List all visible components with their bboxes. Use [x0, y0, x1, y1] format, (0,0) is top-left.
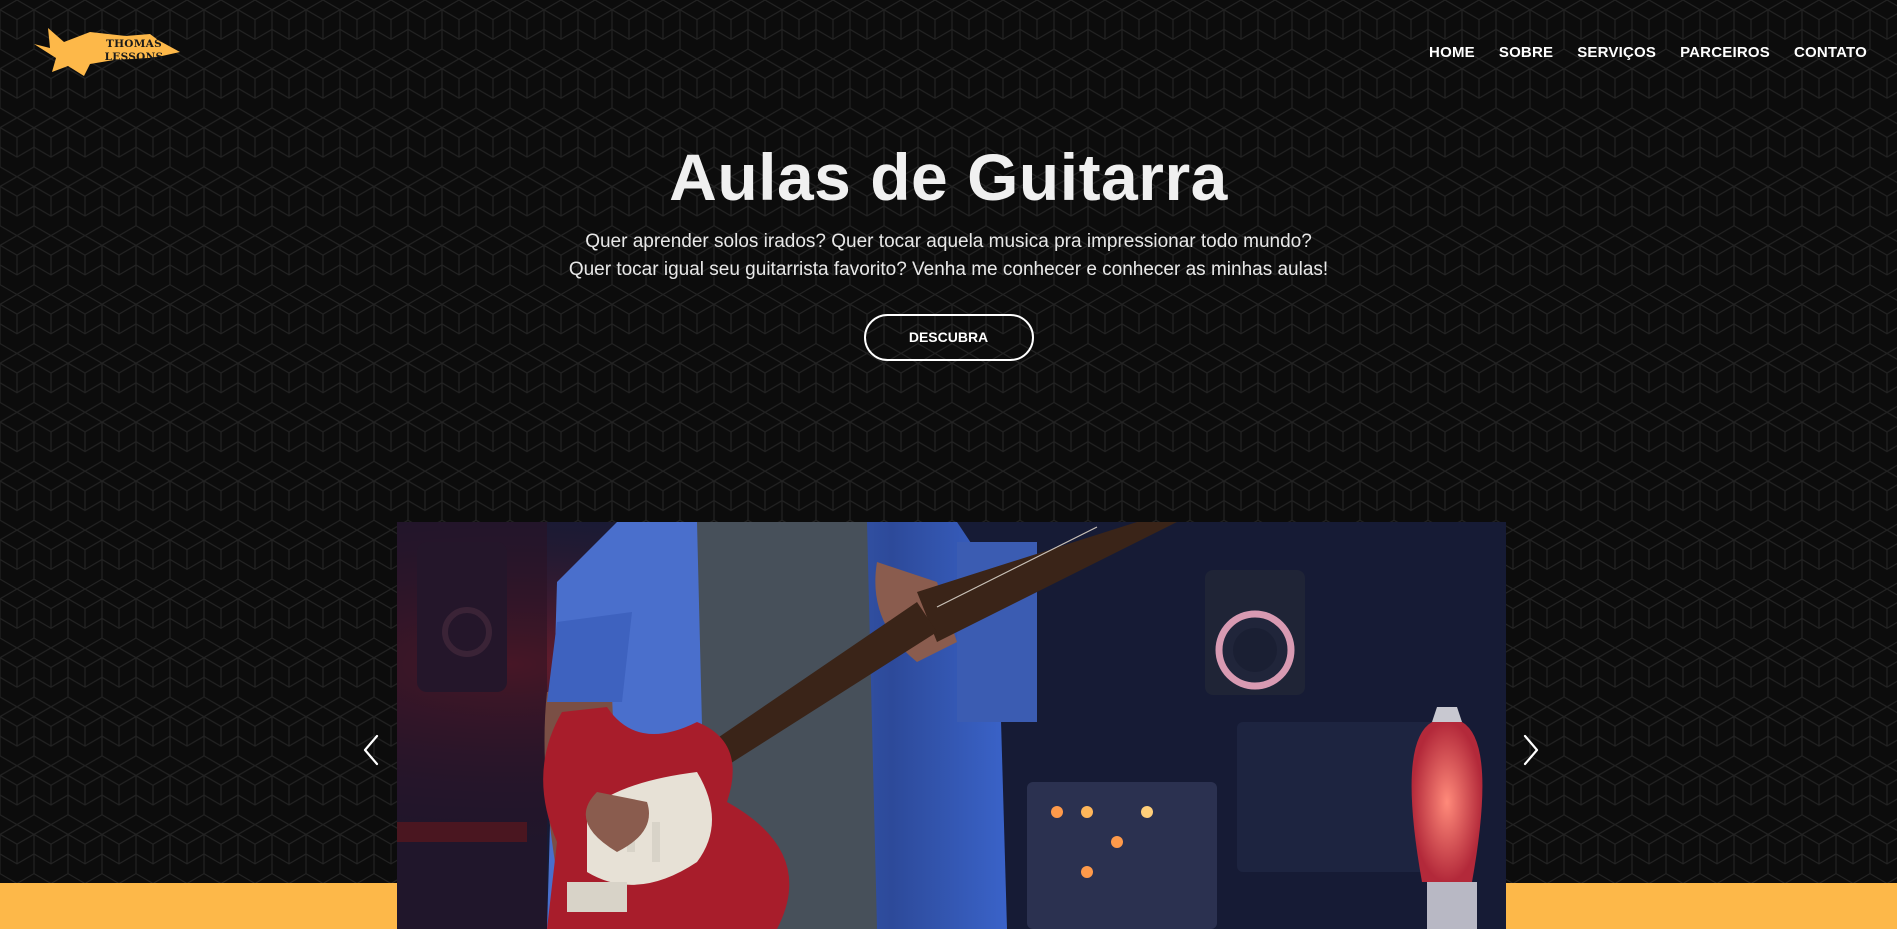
hero-section: Aulas de Guitarra Quer aprender solos ir…: [0, 138, 1897, 361]
carousel-prev-button[interactable]: [359, 730, 387, 770]
main-navigation: HOME SOBRE SERVIÇOS PARCEIROS CONTATO: [1429, 44, 1867, 61]
hero-subtitle: Quer aprender solos irados? Quer tocar a…: [568, 231, 1329, 280]
nav-link-home[interactable]: HOME: [1429, 44, 1475, 61]
hero-title: Aulas de Guitarra: [669, 140, 1228, 214]
nav-link-parceiros[interactable]: PARCEIROS: [1680, 44, 1770, 61]
chevron-right-icon: [1523, 734, 1539, 766]
site-header: THOMAS LESSONS HOME SOBRE SERVIÇOS PARCE…: [0, 0, 1897, 110]
nav-link-servicos[interactable]: SERVIÇOS: [1577, 44, 1656, 61]
logo-line-2: LESSONS: [104, 51, 164, 63]
chevron-left-icon: [363, 734, 379, 766]
nav-link-contato[interactable]: CONTATO: [1794, 44, 1867, 61]
thomas-lessons-logo[interactable]: THOMAS LESSONS: [30, 24, 182, 80]
guitarist-photo: [397, 522, 1506, 929]
logo-wordmark: THOMAS LESSONS: [94, 38, 174, 64]
carousel-slide-image: [397, 522, 1506, 929]
nav-link-sobre[interactable]: SOBRE: [1499, 44, 1553, 61]
discover-button[interactable]: DESCUBRA: [863, 314, 1034, 361]
carousel-next-button[interactable]: [1515, 730, 1543, 770]
logo-line-1: THOMAS: [105, 38, 163, 50]
